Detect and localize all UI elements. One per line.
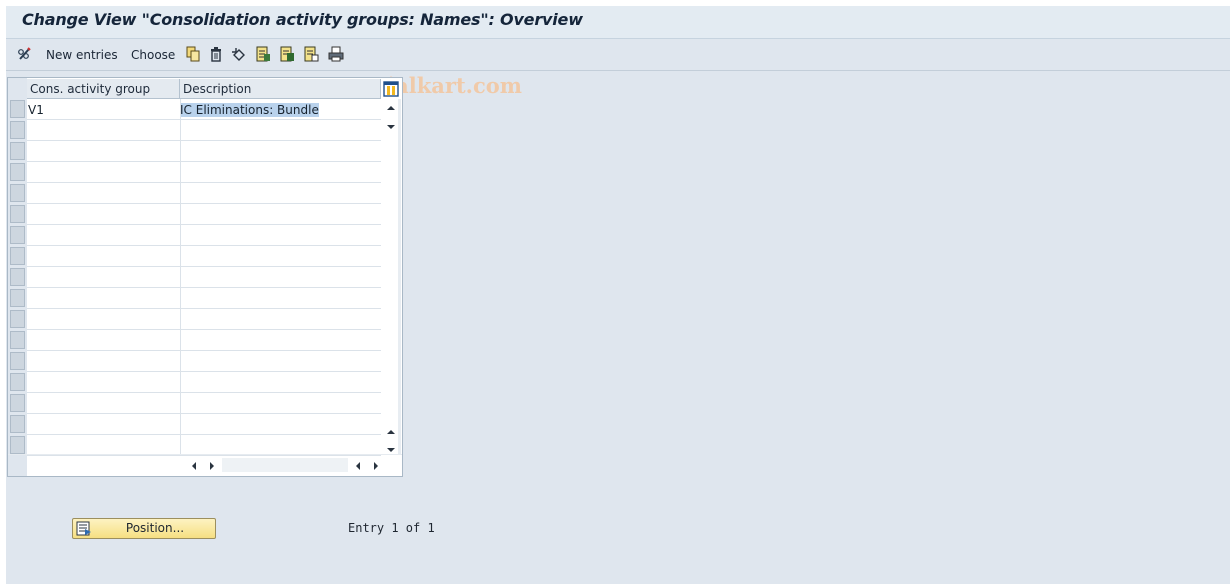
row-divider xyxy=(27,203,381,204)
new-entries-label: New entries xyxy=(46,47,118,62)
row-divider xyxy=(27,224,381,225)
row-divider xyxy=(27,455,381,456)
cell-description-text: IC Eliminations: Bundle xyxy=(180,103,319,117)
choose-button[interactable]: Choose xyxy=(131,39,175,70)
row-divider xyxy=(27,245,381,246)
sap-window: Change View "Consolidation activity grou… xyxy=(6,6,1230,584)
row-selector[interactable] xyxy=(10,121,25,139)
hscroll-track[interactable] xyxy=(222,458,348,472)
row-selector[interactable] xyxy=(10,205,25,223)
row-divider xyxy=(27,329,381,330)
horizontal-scrollbar[interactable] xyxy=(27,455,381,475)
cell-group-row1[interactable]: V1 xyxy=(28,100,178,120)
row-divider xyxy=(27,434,381,435)
row-selector[interactable] xyxy=(10,436,25,454)
select-all-icon[interactable] xyxy=(255,46,271,62)
row-selector[interactable] xyxy=(10,100,25,118)
copy-icon[interactable] xyxy=(185,46,201,62)
new-entries-button[interactable]: New entries xyxy=(46,39,118,70)
select-block-icon[interactable] xyxy=(279,46,295,62)
scroll-up-icon[interactable] xyxy=(386,104,396,112)
row-divider xyxy=(27,371,381,372)
row-selector[interactable] xyxy=(10,226,25,244)
row-selector[interactable] xyxy=(10,142,25,160)
row-divider xyxy=(27,308,381,309)
cell-description-row1[interactable]: IC Eliminations: Bundle xyxy=(180,100,380,120)
scroll-page-up-icon[interactable] xyxy=(386,428,396,436)
row-divider xyxy=(27,182,381,183)
row-divider xyxy=(27,287,381,288)
scroll-down-icon[interactable] xyxy=(386,123,396,131)
print-icon[interactable] xyxy=(328,46,344,62)
row-selector[interactable] xyxy=(10,247,25,265)
position-button-label: Position... xyxy=(125,521,185,535)
scroll-left-2-icon[interactable] xyxy=(354,461,362,471)
column-header-description[interactable]: Description xyxy=(180,79,381,99)
row-divider xyxy=(27,413,381,414)
scroll-page-down-icon[interactable] xyxy=(386,446,396,454)
row-selector[interactable] xyxy=(10,310,25,328)
row-selector[interactable] xyxy=(10,331,25,349)
row-divider xyxy=(27,266,381,267)
deselect-all-icon[interactable] xyxy=(303,46,319,62)
row-selector[interactable] xyxy=(10,163,25,181)
undo-icon[interactable] xyxy=(231,46,247,62)
scroll-right-2-icon[interactable] xyxy=(372,461,380,471)
scroll-track xyxy=(398,99,401,454)
row-selector[interactable] xyxy=(10,268,25,286)
row-divider xyxy=(27,350,381,351)
title-bar: Change View "Consolidation activity grou… xyxy=(6,6,1230,39)
row-selector[interactable] xyxy=(10,394,25,412)
column-divider xyxy=(180,99,181,454)
row-selector[interactable] xyxy=(10,415,25,433)
row-divider xyxy=(27,161,381,162)
row-selector[interactable] xyxy=(10,373,25,391)
delete-icon[interactable] xyxy=(208,46,224,62)
vertical-scrollbar[interactable] xyxy=(381,99,401,454)
column-header-group[interactable]: Cons. activity group xyxy=(27,79,180,99)
row-divider xyxy=(27,140,381,141)
activity-group-table: Cons. activity group Description V1 IC E… xyxy=(7,77,403,477)
row-selector[interactable] xyxy=(10,352,25,370)
scroll-right-icon[interactable] xyxy=(208,461,216,471)
position-button[interactable]: Position... xyxy=(72,518,216,539)
row-divider xyxy=(27,119,381,120)
page-title: Change View "Consolidation activity grou… xyxy=(22,10,583,29)
scroll-left-icon[interactable] xyxy=(190,461,198,471)
application-toolbar: New entries Choose xyxy=(6,39,1230,98)
row-divider xyxy=(27,392,381,393)
row-selector[interactable] xyxy=(10,184,25,202)
row-selector[interactable] xyxy=(10,289,25,307)
pencil-glasses-icon[interactable] xyxy=(17,46,33,62)
choose-label: Choose xyxy=(131,47,176,62)
table-settings-icon[interactable] xyxy=(383,81,399,97)
entry-counter: Entry 1 of 1 xyxy=(348,521,435,535)
